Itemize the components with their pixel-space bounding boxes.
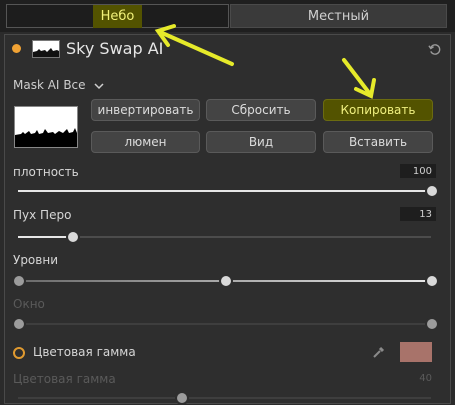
color-gamut-toggle[interactable] bbox=[13, 347, 25, 359]
view-button[interactable]: Вид bbox=[206, 131, 316, 153]
levels-white-handle[interactable] bbox=[425, 274, 439, 288]
paste-button[interactable]: Вставить bbox=[323, 131, 433, 153]
copy-button[interactable]: Копировать bbox=[323, 99, 433, 121]
mask-ai-dropdown[interactable]: Mask AI Все bbox=[13, 78, 105, 92]
window-low-handle[interactable] bbox=[12, 317, 26, 331]
tab-local[interactable]: Местный bbox=[230, 4, 447, 28]
levels-mid-handle[interactable] bbox=[219, 274, 233, 288]
window-high-handle[interactable] bbox=[425, 317, 439, 331]
tab-bar: Небо Местный bbox=[0, 0, 455, 32]
sky-thumbnail bbox=[32, 40, 60, 58]
feather-value[interactable]: 13 bbox=[400, 207, 436, 221]
levels-label: Уровни bbox=[13, 253, 58, 267]
status-dot[interactable] bbox=[12, 44, 21, 53]
panel-title: Sky Swap AI bbox=[66, 39, 164, 58]
levels-black-handle[interactable] bbox=[12, 274, 26, 288]
tab-sky[interactable]: Небо bbox=[6, 4, 229, 28]
feather-label: Пух Перо bbox=[13, 208, 72, 222]
window-track[interactable] bbox=[18, 323, 431, 325]
feather-track-fill bbox=[18, 236, 73, 238]
color-gamut-sub-track[interactable] bbox=[18, 397, 431, 399]
color-swatch[interactable] bbox=[400, 342, 432, 362]
tab-sky-label: Небо bbox=[92, 4, 143, 28]
color-gamut-label: Цветовая гамма bbox=[33, 345, 136, 359]
tab-local-label: Местный bbox=[307, 8, 370, 24]
density-label: плотность bbox=[13, 165, 79, 179]
color-gamut-sub-value: 40 bbox=[419, 372, 432, 384]
color-gamut-sub-label: Цветовая гамма bbox=[13, 372, 116, 386]
mask-ai-prefix: Mask AI bbox=[13, 78, 60, 92]
mask-ai-value: Все bbox=[63, 78, 86, 92]
window-label: Окно bbox=[13, 297, 45, 311]
color-gamut-sub-handle[interactable] bbox=[175, 391, 189, 405]
density-track[interactable] bbox=[18, 190, 431, 192]
reset-button[interactable]: Сбросить bbox=[206, 99, 316, 121]
feather-slider-handle[interactable] bbox=[66, 230, 80, 244]
chevron-down-icon bbox=[94, 82, 104, 89]
density-slider-handle[interactable] bbox=[425, 184, 439, 198]
undo-icon[interactable] bbox=[428, 43, 441, 56]
mask-preview bbox=[14, 106, 78, 148]
density-value[interactable]: 100 bbox=[400, 164, 436, 178]
invert-button[interactable]: инвертировать bbox=[91, 99, 200, 121]
eyedropper-icon[interactable] bbox=[372, 345, 386, 359]
lumen-button[interactable]: люмен bbox=[91, 131, 200, 153]
